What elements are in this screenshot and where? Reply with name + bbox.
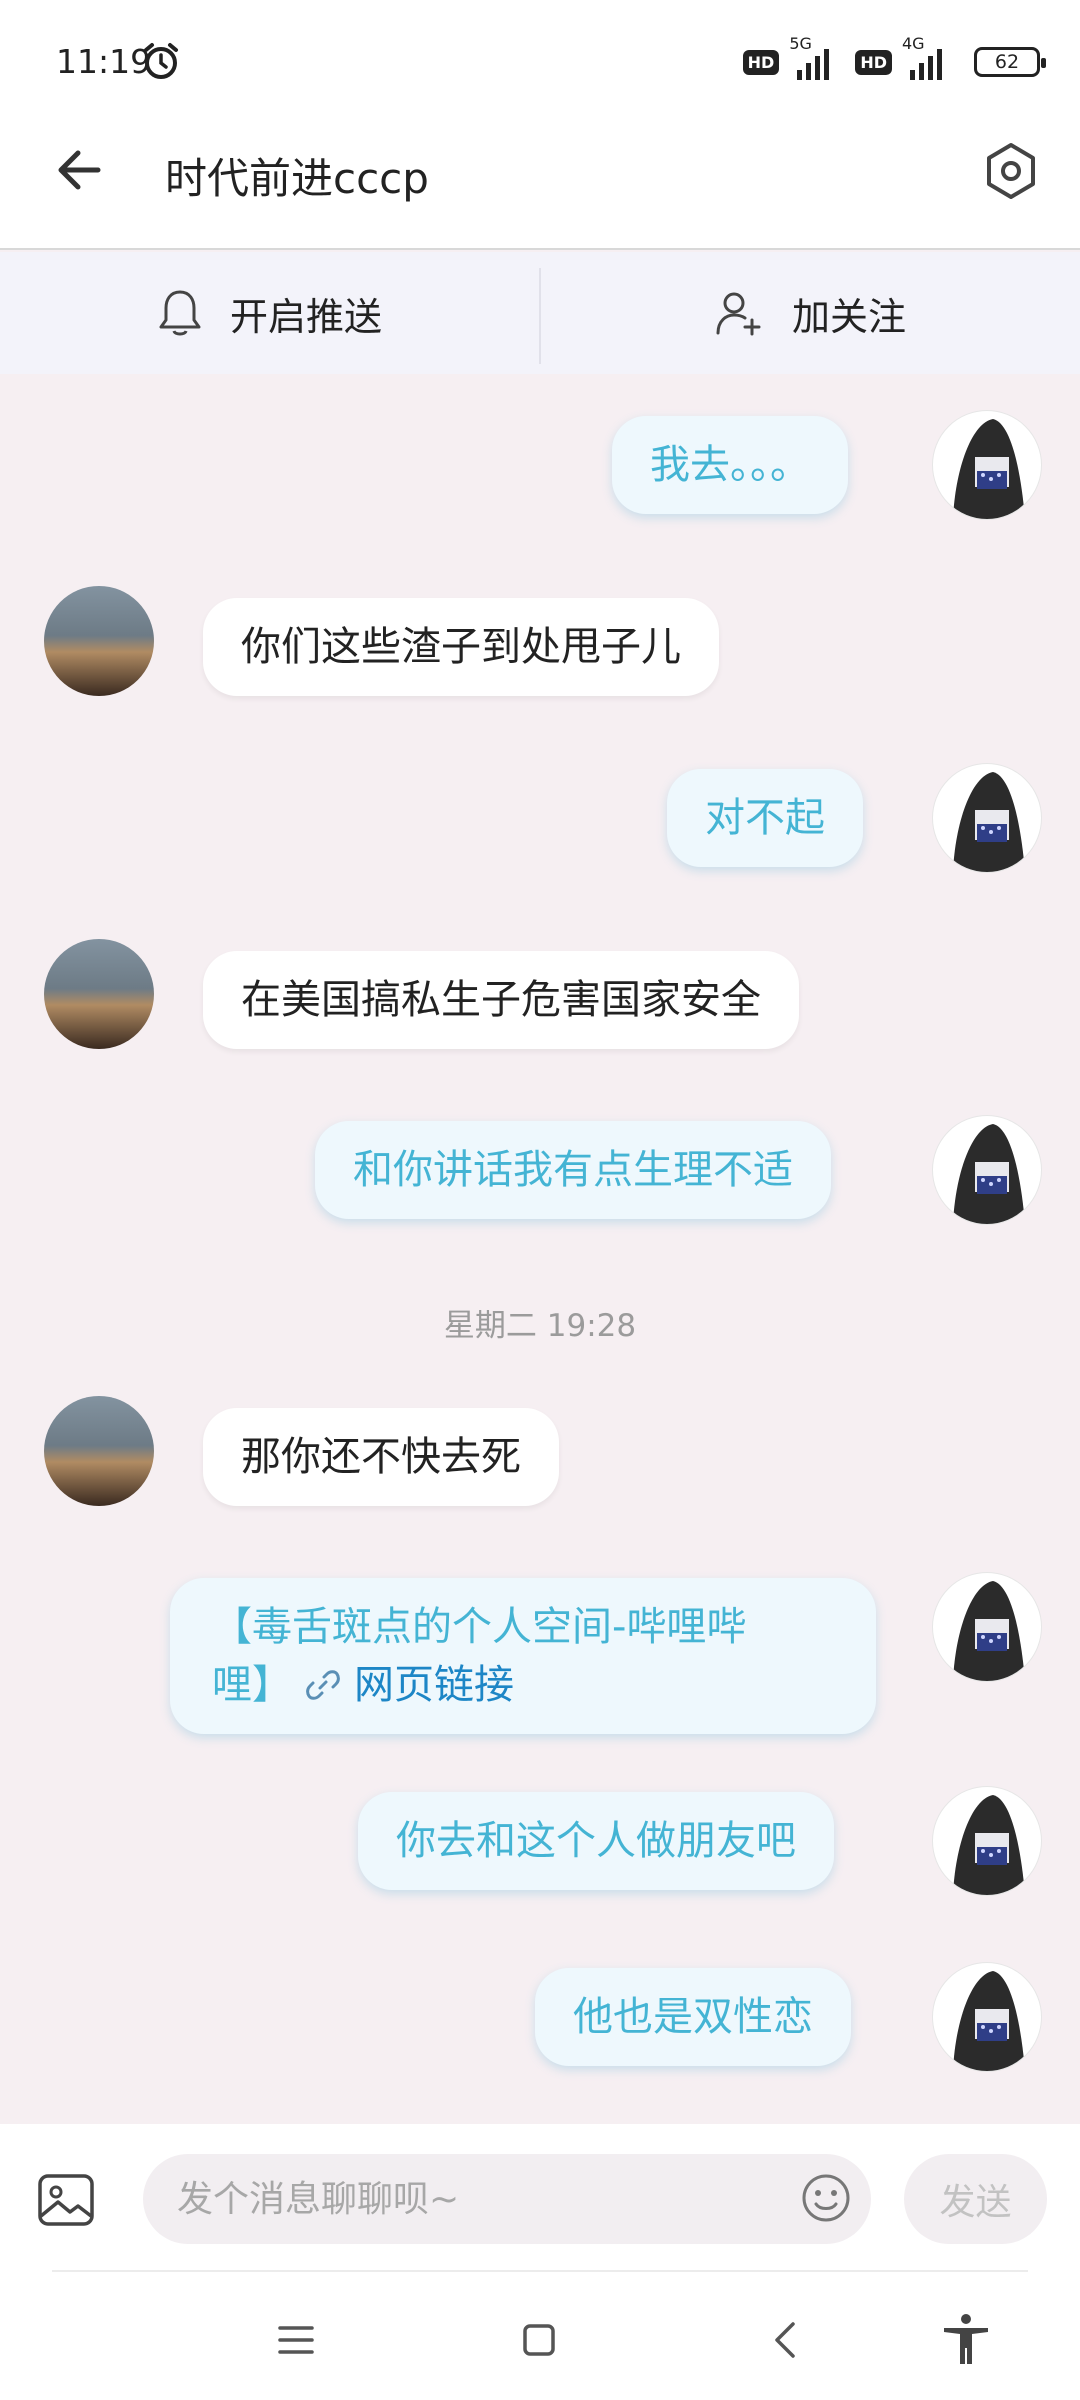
- battery-level: 62: [994, 51, 1020, 73]
- accessibility-icon[interactable]: [936, 2310, 996, 2370]
- self-avatar[interactable]: [932, 1572, 1042, 1682]
- message-bubble[interactable]: 在美国搞私生子危害国家安全: [203, 951, 799, 1049]
- message-bubble[interactable]: 那你还不快去死: [203, 1408, 559, 1506]
- hd-badge-2: HD: [855, 49, 892, 75]
- message-bubble[interactable]: 你们这些渣子到处甩子儿: [203, 598, 719, 696]
- menu-icon[interactable]: [266, 2310, 326, 2370]
- settings-hexagon-icon[interactable]: [980, 140, 1042, 202]
- nav-divider: [52, 2270, 1028, 2272]
- contact-avatar[interactable]: [44, 1396, 154, 1506]
- alarm-icon: [144, 43, 178, 79]
- message-bubble[interactable]: 你去和这个人做朋友吧: [358, 1792, 834, 1890]
- self-avatar[interactable]: [932, 1962, 1042, 2072]
- message-bubble[interactable]: 和你讲话我有点生理不适: [315, 1121, 831, 1219]
- message-bubble[interactable]: 我去。。。: [612, 416, 848, 514]
- home-icon[interactable]: [509, 2310, 569, 2370]
- link-icon: [306, 1670, 340, 1700]
- web-link[interactable]: 网页链接: [354, 1656, 514, 1714]
- follow-button[interactable]: 加关注: [540, 252, 1080, 374]
- add-user-icon: [716, 292, 761, 336]
- follow-label: 加关注: [791, 294, 906, 339]
- signal-4g-icon: 4G: [900, 34, 960, 84]
- emoji-icon[interactable]: [800, 2172, 852, 2224]
- bell-icon: [159, 290, 201, 336]
- link-message-bubble[interactable]: 【毒舌斑点的个人空间-哔哩哔 哩】 网页链接: [170, 1578, 876, 1734]
- enable-push-button[interactable]: 开启推送: [0, 252, 540, 374]
- message-input-wrapper: [143, 2154, 871, 2244]
- back-arrow-icon[interactable]: [50, 140, 110, 200]
- signal-5g-icon: 5G: [787, 34, 847, 84]
- contact-avatar[interactable]: [44, 939, 154, 1049]
- message-input[interactable]: [177, 2174, 737, 2224]
- link-title-line1: 【毒舌斑点的个人空间-哔哩哔: [212, 1604, 747, 1650]
- link-title-line2: 哩】: [212, 1662, 292, 1708]
- status-time: 11:19: [56, 42, 152, 81]
- chat-header: [0, 125, 1080, 250]
- message-bubble[interactable]: 对不起: [667, 769, 863, 867]
- contact-avatar[interactable]: [44, 586, 154, 696]
- hd-badge: HD: [742, 49, 780, 75]
- status-bar: 11:19 HD 5G HD 4G 62: [0, 0, 1080, 125]
- self-avatar[interactable]: [932, 1115, 1042, 1225]
- timestamp-separator: 星期二 19:28: [443, 1308, 637, 1344]
- status-indicators: HD 5G HD 4G 62: [742, 34, 1046, 84]
- self-avatar[interactable]: [932, 1786, 1042, 1896]
- self-avatar[interactable]: [932, 410, 1042, 520]
- page-title: 时代前进cccp: [165, 154, 429, 203]
- battery-icon: 62: [974, 47, 1046, 77]
- enable-push-label: 开启推送: [229, 294, 382, 339]
- message-bubble[interactable]: 他也是双性恋: [535, 1968, 851, 2066]
- self-avatar[interactable]: [932, 763, 1042, 873]
- action-divider: [539, 268, 541, 364]
- image-icon[interactable]: [36, 2170, 96, 2230]
- send-button[interactable]: 发送: [904, 2154, 1047, 2244]
- back-icon[interactable]: [757, 2310, 817, 2370]
